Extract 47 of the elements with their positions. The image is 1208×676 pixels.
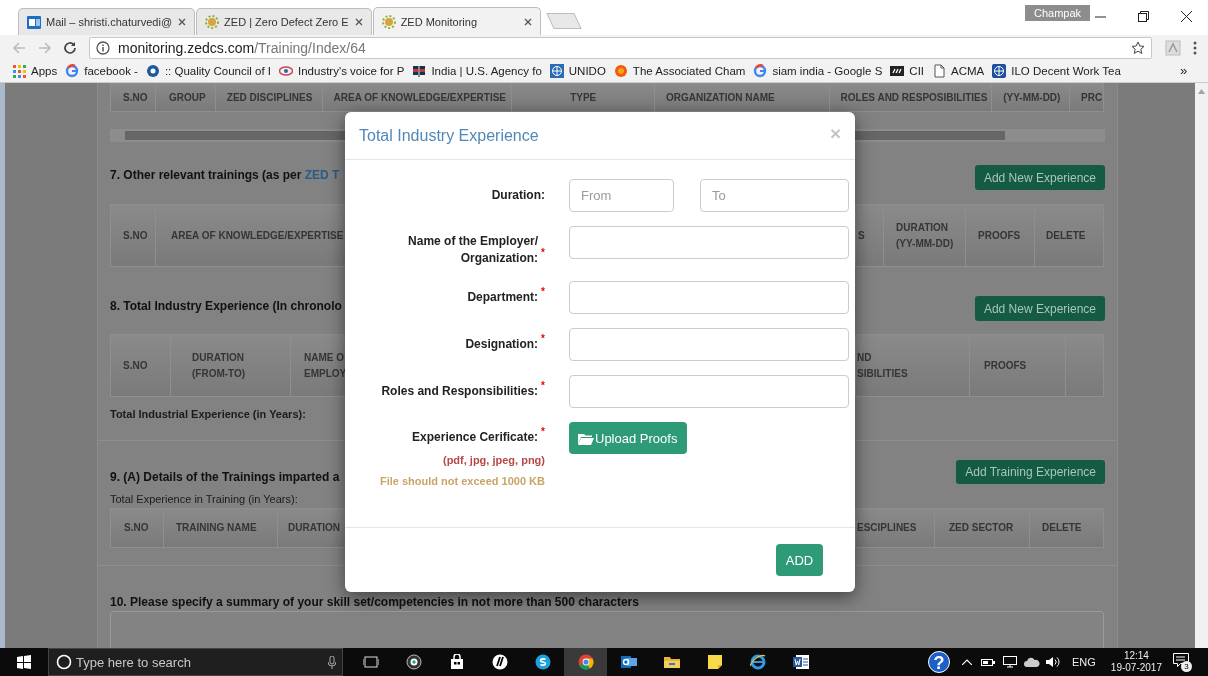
column-header: PRC (1081, 90, 1103, 105)
column-header: S (858, 228, 865, 243)
column-header: AREA OF KNOWLEDGE/EXPERTISE (171, 228, 344, 243)
column-header: S.NO (123, 358, 148, 373)
column-header: DELETE (1042, 521, 1082, 535)
total-label: Total Industrial Experience (in Years): (110, 407, 307, 421)
column-header: S.NO (124, 521, 149, 535)
column-header: ND SIBILITIES (857, 350, 908, 381)
dialog-title: Total Industry Experience (359, 126, 539, 145)
column-header: PROOFS (984, 358, 1027, 373)
column-header: DURATION (YY-MM-DD) (896, 220, 954, 251)
column-header: ZED DISCIPLINES (226, 90, 313, 105)
column-header: ZED SECTOR (949, 521, 1014, 535)
section-heading: 9. (A) Details of the Trainings imparted a (110, 469, 340, 484)
column-header: (YY-MM-DD) (1003, 90, 1061, 105)
column-header: DURATION (FROM-TO) (192, 350, 246, 381)
size-hint: File should not exceed 1000 KB (379, 474, 545, 489)
column-header: TYPE (570, 90, 597, 105)
field-label: Duration: (491, 187, 545, 204)
required-mark: * (541, 248, 545, 258)
field-label: Roles and Responsibilities: (381, 383, 539, 400)
column-header: S.NO (123, 228, 148, 243)
field-label: Experience Cerificate: (412, 429, 539, 446)
required-mark: * (541, 381, 545, 391)
column-header: TRAINING NAME (176, 521, 257, 535)
required-mark: * (541, 334, 545, 344)
required-mark: * (541, 287, 545, 297)
column-header: GROUP (168, 90, 206, 105)
total-label: Total Experience in Training (in Years): (110, 493, 299, 505)
section-heading: 8. Total Industry Experience (In chronolo (110, 298, 342, 313)
format-hint: (pdf, jpg, jpeg, png) (442, 453, 545, 468)
column-header: NAME O EMPLOY (304, 350, 347, 381)
field-label: Name of the Employer/ Organization: (407, 233, 539, 267)
column-header: S.NO (123, 90, 148, 105)
column-header: PROOFS (978, 228, 1021, 243)
section-heading: 10. Please specify a summary of your skill set/competencies in not more than 500 characters (110, 595, 640, 609)
column-header: AREA OF KNOWLEDGE/EXPERTISE (333, 90, 506, 105)
column-header: DURATION (288, 521, 341, 535)
column-header: ORGANIZATION NAME (665, 90, 775, 105)
section-heading: 7. Other relevant trainings (as per ZED T (110, 167, 340, 182)
field-label: Department: (467, 289, 539, 306)
required-mark: * (541, 427, 545, 437)
field-label: Designation: (465, 336, 539, 353)
column-header: DELETE (1046, 228, 1086, 243)
column-header: ROLES AND RESPOSIBILITIES (840, 90, 988, 105)
column-header: ESCIPLINES (857, 521, 917, 535)
notification-count: 3 (1181, 661, 1192, 672)
